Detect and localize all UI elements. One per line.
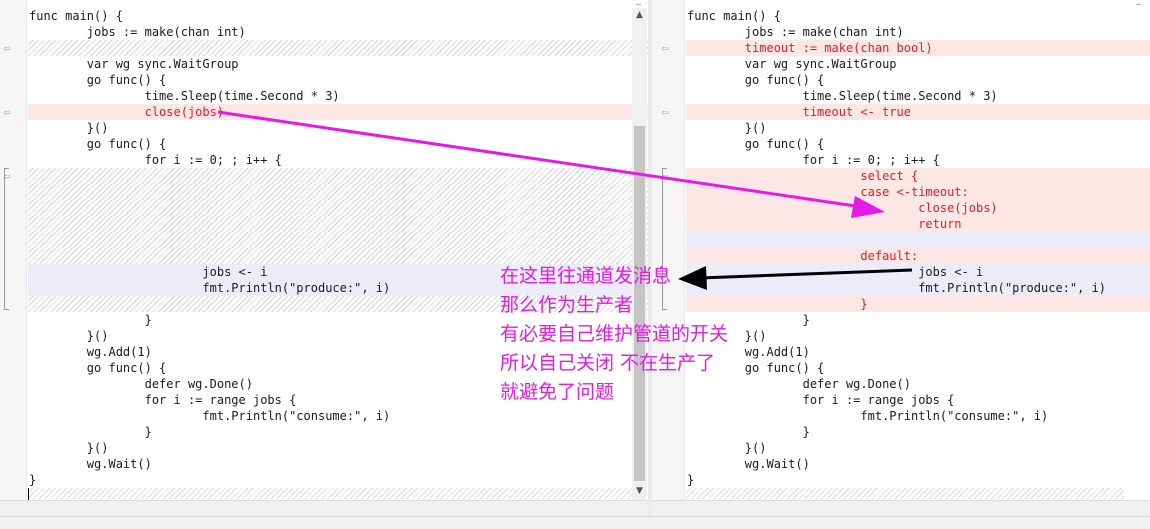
annotation-line: 那么作为生产者 — [500, 294, 634, 316]
right-code-line[interactable]: } — [686, 424, 1150, 440]
diff-marker-arrow-icon[interactable]: ⇦ — [0, 170, 14, 182]
right-code-line[interactable]: case <-timeout: — [686, 184, 1150, 200]
right-code-line[interactable]: func main() { — [686, 8, 1150, 24]
right-code-line[interactable]: timeout <- true — [686, 104, 1150, 120]
scroll-up-arrow-icon[interactable]: ▲ — [632, 8, 647, 22]
annotation-line: 在这里往通道发消息 — [500, 265, 672, 287]
right-code-line[interactable]: return — [686, 216, 1150, 232]
right-code-line[interactable]: }() — [686, 440, 1150, 456]
left-code-line[interactable] — [28, 216, 648, 232]
left-diff-pane[interactable]: func main() { jobs := make(chan int) var… — [0, 0, 648, 500]
left-bottom-filler — [28, 488, 632, 499]
left-code-line[interactable]: }() — [28, 120, 648, 136]
right-code-area[interactable]: func main() { jobs := make(chan int) tim… — [686, 8, 1150, 488]
right-code-line[interactable]: time.Sleep(time.Second * 3) — [686, 88, 1150, 104]
left-code-line[interactable]: for i := 0; ; i++ { — [28, 152, 648, 168]
diff-marker-arrow-icon[interactable]: ⇦ — [0, 106, 14, 118]
diff-marker-arrow-icon[interactable]: ⇦ — [658, 106, 672, 118]
left-code-line[interactable] — [28, 200, 648, 216]
right-horizontal-scrollbar[interactable] — [652, 500, 1150, 517]
left-code-line[interactable]: var wg sync.WaitGroup — [28, 56, 648, 72]
right-code-line[interactable]: } — [686, 472, 1150, 488]
right-diff-pane[interactable]: func main() { jobs := make(chan int) tim… — [652, 0, 1150, 500]
left-code-line[interactable]: } — [28, 424, 648, 440]
left-code-line[interactable]: wg.Wait() — [28, 456, 648, 472]
left-code-line[interactable]: } — [28, 472, 648, 488]
right-code-line[interactable]: close(jobs) — [686, 200, 1150, 216]
left-code-line[interactable]: time.Sleep(time.Second * 3) — [28, 88, 648, 104]
left-pane-handle: ⋯ — [636, 0, 641, 9]
left-code-line[interactable] — [28, 168, 648, 184]
left-horizontal-scrollbar[interactable] — [0, 500, 648, 517]
left-code-line[interactable]: go func() { — [28, 72, 648, 88]
left-code-line[interactable]: go func() { — [28, 136, 648, 152]
annotation-note: 在这里往通道发消息 那么作为生产者 有必要自己维护管道的开关 所以自己关闭 不在… — [500, 262, 760, 407]
right-code-line[interactable]: go func() { — [686, 72, 1150, 88]
left-change-bracket — [4, 168, 9, 310]
left-code-area[interactable]: func main() { jobs := make(chan int) var… — [28, 8, 648, 488]
left-code-line[interactable] — [28, 232, 648, 248]
right-code-line[interactable]: wg.Wait() — [686, 456, 1150, 472]
text-caret — [28, 488, 29, 500]
left-code-line[interactable]: fmt.Println("consume:", i) — [28, 408, 648, 424]
right-code-line[interactable]: fmt.Println("consume:", i) — [686, 408, 1150, 424]
left-code-line[interactable]: close(jobs) — [28, 104, 648, 120]
diff-marker-arrow-icon[interactable]: ⇦ — [0, 42, 14, 54]
left-code-line[interactable]: }() — [28, 440, 648, 456]
annotation-line: 有必要自己维护管道的开关 — [500, 323, 729, 345]
left-code-line[interactable] — [28, 184, 648, 200]
right-code-line[interactable]: var wg sync.WaitGroup — [686, 56, 1150, 72]
annotation-line: 就避免了问题 — [500, 381, 615, 403]
right-code-line[interactable]: for i := 0; ; i++ { — [686, 152, 1150, 168]
left-code-line[interactable]: jobs := make(chan int) — [28, 24, 648, 40]
status-bar — [0, 516, 1150, 529]
scroll-down-arrow-icon[interactable]: ▼ — [632, 484, 647, 498]
diff-marker-arrow-icon[interactable]: ⇦ — [658, 42, 672, 54]
right-code-line[interactable]: }() — [686, 120, 1150, 136]
right-bottom-filler — [686, 488, 1124, 499]
annotation-line: 所以自己关闭 不在生产了 — [500, 352, 716, 374]
right-code-line[interactable]: timeout := make(chan bool) — [686, 40, 1150, 56]
right-gutter — [652, 0, 685, 500]
right-code-line[interactable]: jobs := make(chan int) — [686, 24, 1150, 40]
right-code-line[interactable] — [686, 232, 1150, 248]
left-vertical-scrollbar[interactable]: ▲ ▼ — [632, 8, 647, 500]
right-pane-handle: ⋯ — [1136, 0, 1141, 9]
diff-marker-arrow-icon[interactable]: ⇦ — [658, 170, 672, 182]
left-code-line[interactable]: func main() { — [28, 8, 648, 24]
right-code-line[interactable]: select { — [686, 168, 1150, 184]
right-code-line[interactable]: go func() { — [686, 136, 1150, 152]
left-code-line[interactable] — [28, 40, 648, 56]
